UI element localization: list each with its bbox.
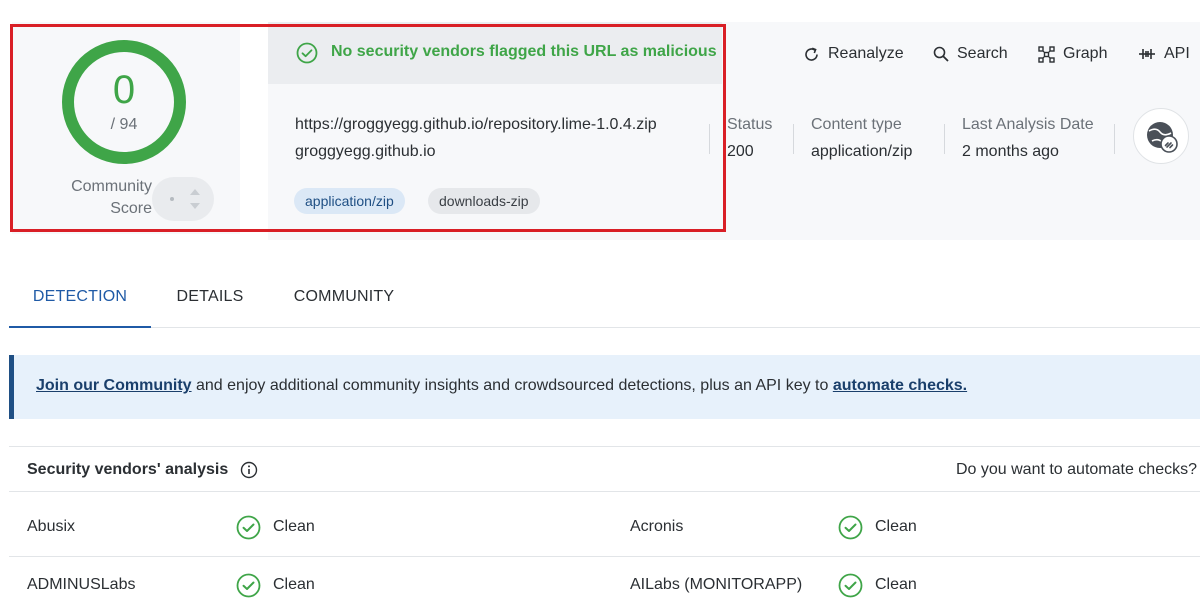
banner-message: Join our Community and enjoy additional … [36,377,967,395]
report-header: 0 / 94 Community Score No security vendor… [0,0,1200,240]
divider [944,124,945,154]
check-circle-icon [838,515,863,540]
table-row: Abusix Clean Acronis Clean [9,499,1200,557]
community-banner: Join our Community and enjoy additional … [9,355,1200,419]
api-icon [1139,49,1155,59]
join-community-link[interactable]: Join our Community [36,377,192,394]
url-globe-button[interactable] [1133,108,1189,164]
report-tabs: DETECTION DETAILS COMMUNITY [9,268,1200,328]
tab-community[interactable]: COMMUNITY [279,268,409,328]
page: 0 / 94 Community Score No security vendor… [0,0,1200,606]
graph-button[interactable]: Graph [1038,42,1107,66]
vendor-name: Abusix [27,518,76,535]
automate-prompt[interactable]: Do you want to automate checks? [956,461,1197,479]
table-row: ADMINUSLabs Clean AILabs (MONITORAPP) Cl… [9,557,1200,606]
tab-details[interactable]: DETAILS [159,268,261,328]
detection-count: 0 [112,68,136,112]
reanalyze-label: Reanalyze [828,45,904,62]
engine-total: / 94 [110,116,138,133]
verdict-message: No security vendors flagged this URL as … [331,43,717,60]
check-circle-icon [236,515,261,540]
content-type-value: application/zip [811,143,913,160]
reanalyze-button[interactable]: Reanalyze [803,42,904,66]
vendor-name: AILabs (MONITORAPP) [630,576,803,593]
vendors-title: Security vendors' analysis [27,461,229,478]
vendor-result: Clean [273,576,315,593]
refresh-icon [805,46,818,61]
tab-detection[interactable]: DETECTION [9,268,151,328]
scanned-url: https://groggyegg.github.io/repository.l… [295,116,657,133]
vendor-name: ADMINUSLabs [27,576,136,593]
search-button[interactable]: Search [933,42,1008,66]
vendor-result: Clean [875,576,917,593]
check-circle-icon [236,573,261,598]
vote-arrows-icon[interactable] [188,186,202,212]
search-icon [933,46,949,62]
vendors-header: Security vendors' analysis Do you want t… [9,446,1200,492]
search-label: Search [957,45,1008,62]
banner-body: and enjoy additional community insights … [191,377,833,394]
vendor-name: Acronis [630,518,684,535]
tag-content-type[interactable]: application/zip [294,188,405,214]
info-icon[interactable] [240,461,258,479]
vendors-analysis: Security vendors' analysis Do you want t… [9,446,1200,606]
status-value: 200 [727,143,754,160]
globe-link-icon [1147,122,1178,153]
divider [793,124,794,154]
vendor-result: Clean [273,518,315,535]
api-button[interactable]: API [1138,42,1190,66]
api-label: API [1164,45,1190,62]
graph-label: Graph [1063,45,1108,62]
community-score-vote[interactable] [152,177,214,221]
scanned-domain[interactable]: groggyegg.github.io [295,143,436,161]
graph-icon [1038,45,1055,63]
check-circle-icon [296,42,318,64]
check-circle-icon [838,573,863,598]
content-type-label: Content type [811,116,902,133]
community-score-dot [170,197,174,201]
tag-downloads[interactable]: downloads-zip [428,188,540,214]
last-analysis-value: 2 months ago [962,143,1059,160]
divider [709,124,710,154]
status-label: Status [727,116,773,133]
automate-checks-link[interactable]: automate checks. [833,377,967,394]
detection-score-card: 0 / 94 Community Score [12,22,240,234]
divider [1114,124,1115,154]
community-score-label: Community Score [71,178,152,217]
last-analysis-label: Last Analysis Date [962,116,1094,133]
vendor-result: Clean [875,518,917,535]
